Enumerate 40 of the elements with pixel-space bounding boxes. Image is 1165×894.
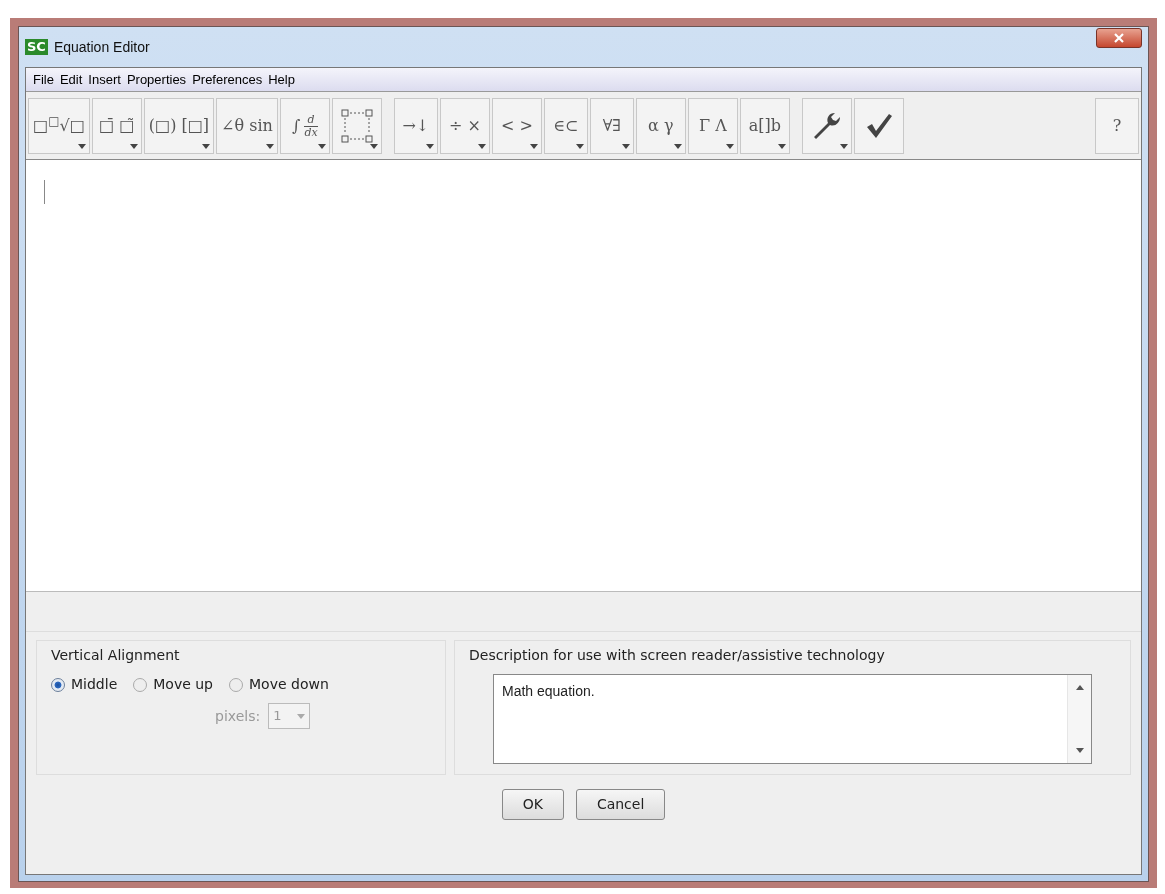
radio-option[interactable]: Middle <box>51 674 118 695</box>
toolbar-button[interactable]: ∀∃ <box>589 98 634 154</box>
toolbar-button[interactable]: (□) [□] <box>143 98 215 154</box>
group-title: Description for use with screen reader/assistive technology <box>469 646 886 665</box>
toolbar-button[interactable] <box>853 98 904 154</box>
toolbar-button[interactable]: □̄ □̃ <box>91 98 142 154</box>
radio-option[interactable]: Move up <box>133 674 213 695</box>
app-icon: SC <box>25 38 48 56</box>
toolbar-button[interactable]: a[]b <box>739 98 790 154</box>
close-button[interactable] <box>1096 28 1142 48</box>
toolbar-button[interactable]: □$^{□}$√□ <box>28 98 90 154</box>
scrollbar[interactable] <box>1067 675 1091 763</box>
matrix-icon <box>339 108 374 144</box>
pixels-label: pixels: <box>215 706 261 726</box>
menu-item[interactable]: Help <box>265 69 298 90</box>
toolbar-button[interactable] <box>801 98 852 154</box>
toolbar-button[interactable]: Γ Λ <box>687 98 738 154</box>
toolbar-button[interactable]: < > <box>491 98 542 154</box>
dialog-button[interactable]: OK <box>501 789 564 820</box>
scroll-up-icon <box>1075 685 1084 690</box>
menu-item[interactable]: File <box>30 69 57 90</box>
menu-item[interactable]: Properties <box>123 69 190 90</box>
text-cursor <box>44 180 45 204</box>
window-title: Equation Editor <box>53 37 150 57</box>
toolbar-button[interactable]: →↓ <box>393 98 438 154</box>
toolbar-button[interactable]: ? <box>1095 98 1139 154</box>
caret-icon <box>297 713 306 719</box>
toolbar-button[interactable]: ÷ × <box>439 98 490 154</box>
group-title: Vertical Alignment <box>51 646 181 665</box>
toolbar-button[interactable]: ∈⊂ <box>543 98 588 154</box>
toolbar-button[interactable]: α γ <box>635 98 686 154</box>
toolbar-button[interactable]: ∠θ sin <box>216 98 278 154</box>
menu-item[interactable]: Preferences <box>189 69 266 90</box>
close-icon <box>1114 33 1124 43</box>
menu-item[interactable]: Edit <box>56 69 86 90</box>
radio-option[interactable]: Move down <box>229 674 329 695</box>
description-field[interactable]: Math equation. <box>493 674 1092 764</box>
scroll-down-icon <box>1075 748 1084 753</box>
dialog-button[interactable]: Cancel <box>575 789 666 820</box>
menu-item[interactable]: Insert <box>85 69 124 90</box>
